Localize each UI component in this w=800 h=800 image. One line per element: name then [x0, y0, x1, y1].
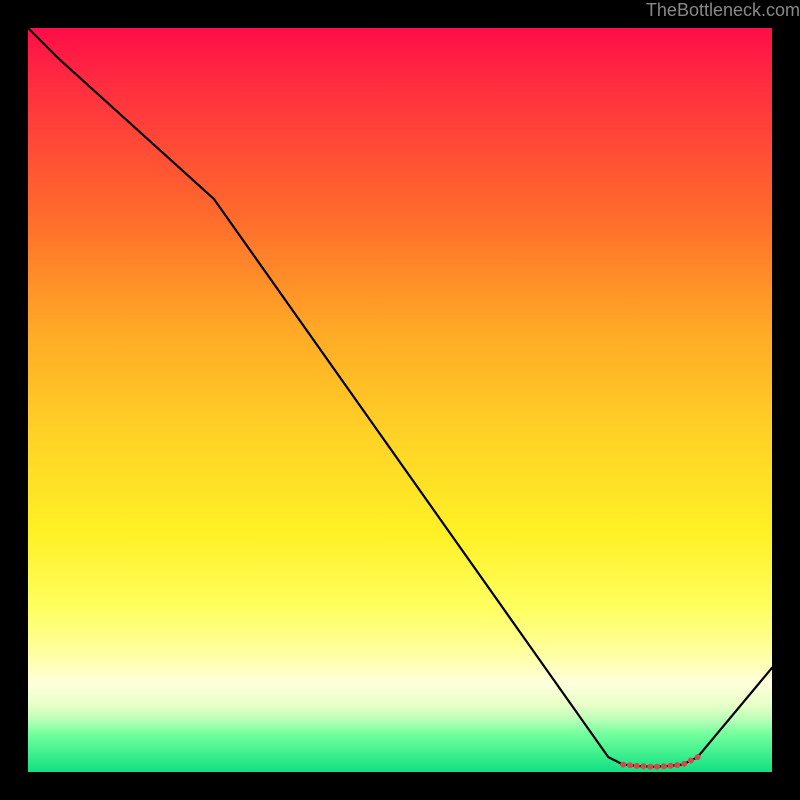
- chart-gradient-background: [28, 28, 772, 772]
- watermark-text: TheBottleneck.com: [646, 0, 800, 21]
